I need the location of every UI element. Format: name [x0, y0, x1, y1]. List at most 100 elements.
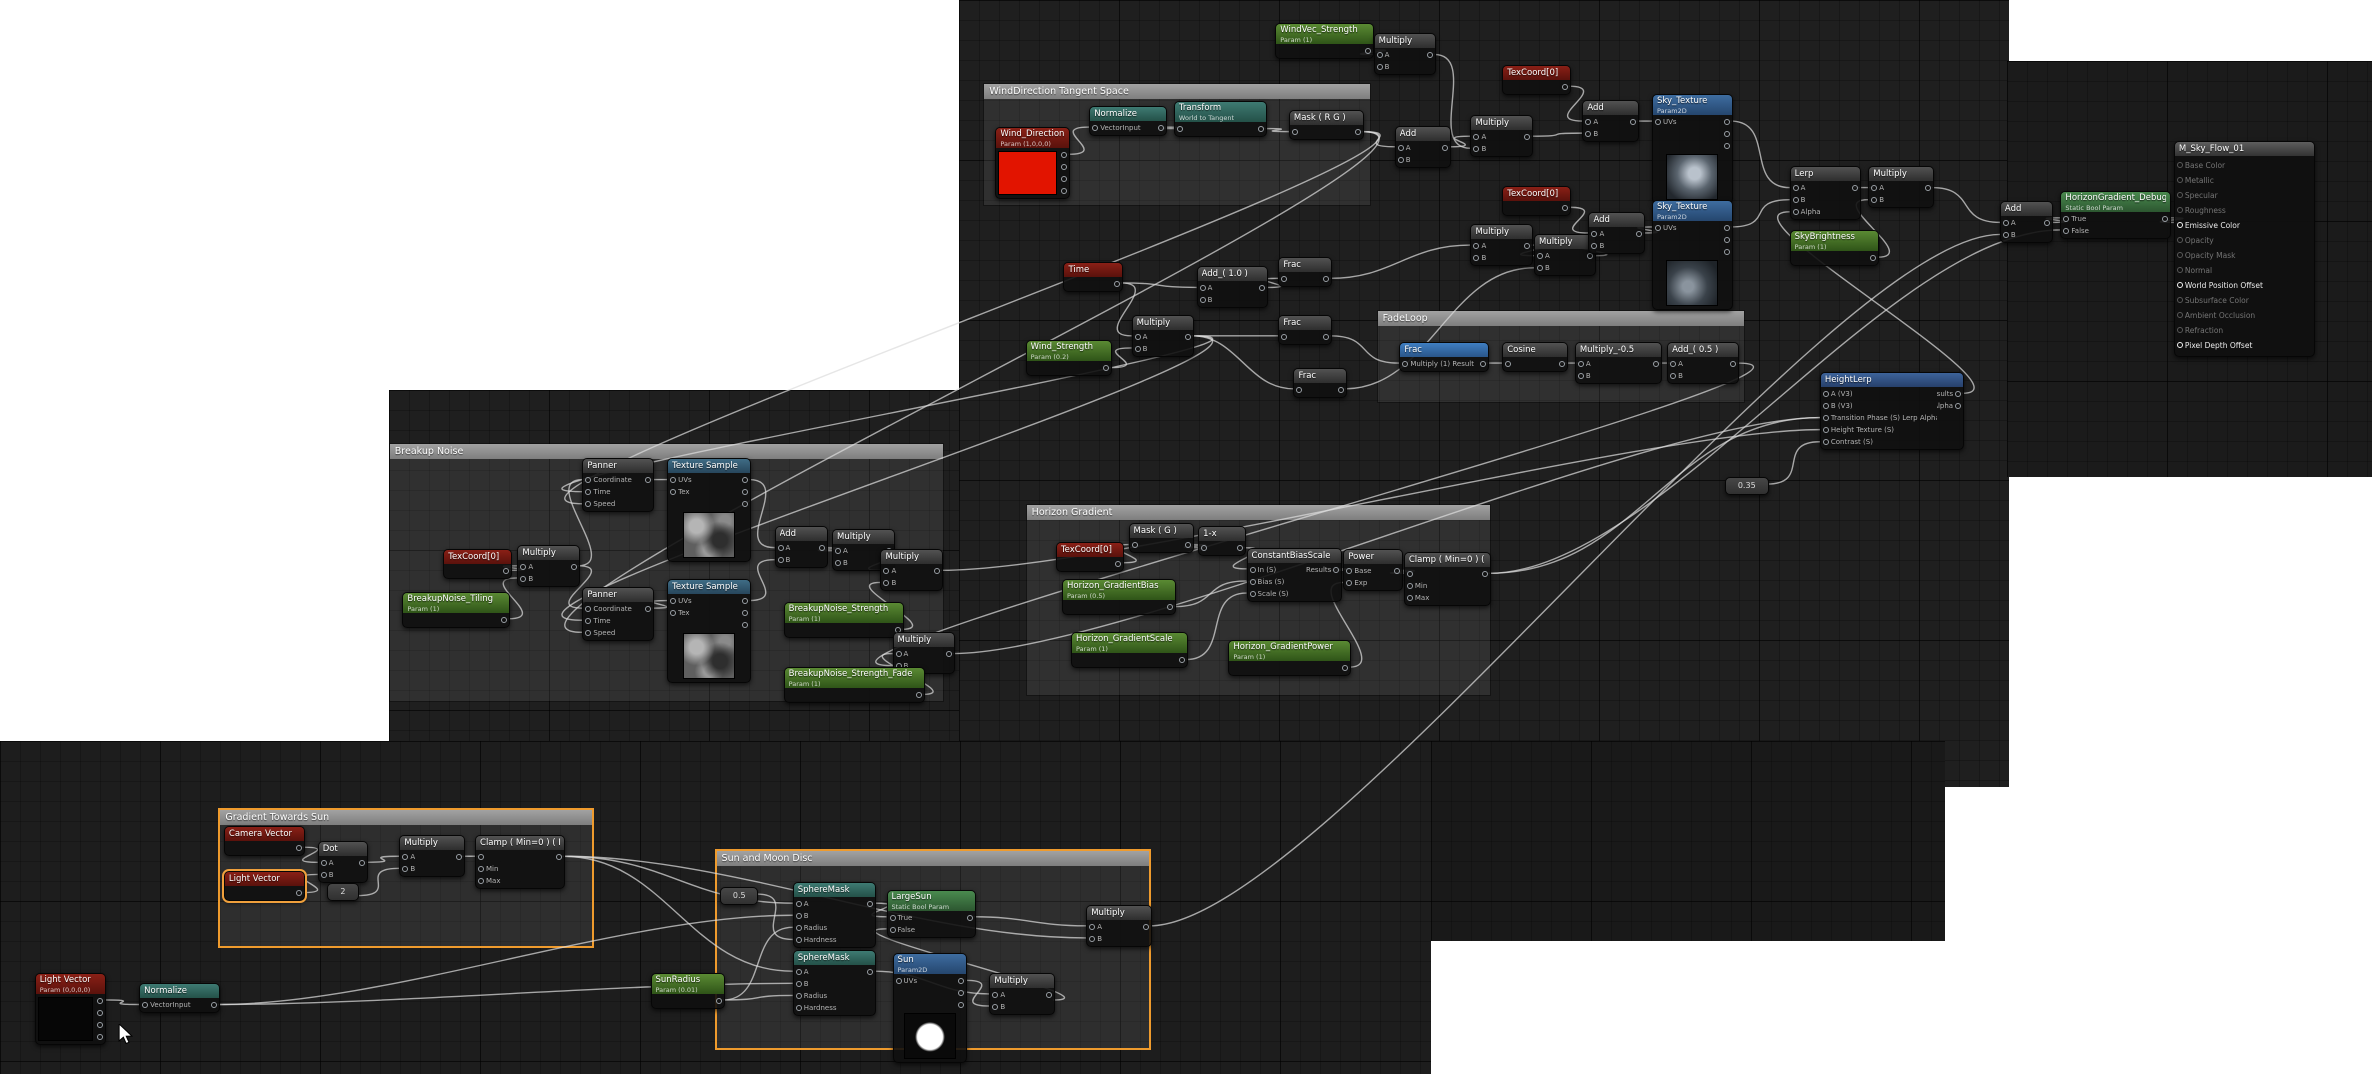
output-pin[interactable]	[1115, 561, 1121, 567]
node-mult_c[interactable]: MultiplyAB	[1534, 234, 1597, 276]
node-header[interactable]: Sky_TextureParam2D	[1653, 95, 1732, 115]
node-sky_brightness[interactable]: SkyBrightnessParam (1)	[1790, 230, 1880, 266]
input-pin[interactable]	[520, 564, 526, 570]
input-pin[interactable]	[1281, 276, 1287, 282]
output-pin[interactable]	[1925, 185, 1931, 191]
node-bn_tiling[interactable]: BreakupNoise_TilingParam (1)	[402, 592, 510, 628]
node-header[interactable]: Mask ( G )	[1130, 524, 1194, 538]
input-pin[interactable]	[1135, 346, 1141, 352]
input-pin[interactable]	[2063, 228, 2069, 234]
node-header[interactable]: Normalize	[140, 984, 219, 998]
input-pin[interactable]	[2003, 220, 2009, 226]
comment-title-bar[interactable]: Sun and Moon Disc	[717, 851, 1150, 866]
node-header[interactable]: BreakupNoise_StrengthParam (1)	[785, 603, 903, 623]
node-header[interactable]: Frac	[1279, 316, 1330, 330]
node-clamp_hg[interactable]: Clamp ( Min=0 ) ( Max=1 )MinMax	[1404, 552, 1491, 606]
output-pin[interactable]	[1559, 361, 1565, 367]
node-header[interactable]: Multiply	[1087, 906, 1151, 920]
input-pin[interactable]	[142, 1002, 148, 1008]
node-header[interactable]: WindVec_StrengthParam (1)	[1276, 24, 1373, 44]
input-pin[interactable]	[1793, 197, 1799, 203]
node-header[interactable]: Multiply	[881, 550, 942, 564]
node-spheremask1[interactable]: SphereMaskABRadiusHardness	[793, 882, 877, 948]
output-pin[interactable]	[556, 854, 562, 860]
output-pin[interactable]	[1724, 119, 1730, 125]
input-pin[interactable]	[478, 866, 484, 872]
input-pin[interactable]	[1823, 415, 1829, 421]
output-pin[interactable]	[1237, 545, 1243, 551]
node-header[interactable]: Multiply	[1535, 235, 1596, 249]
output-pin[interactable]	[1724, 143, 1730, 149]
output-pin[interactable]	[1524, 243, 1530, 249]
node-header[interactable]: Multiply	[1471, 116, 1532, 130]
input-pin[interactable]	[670, 477, 676, 483]
node-texcoord4[interactable]: TexCoord[0]	[1056, 542, 1125, 572]
node-largesun[interactable]: LargeSunStatic Bool ParamTrueFalse	[887, 890, 977, 938]
node-bn_strength_fade[interactable]: BreakupNoise_Strength_FadeParam (1)	[784, 667, 925, 703]
node-cbs[interactable]: ConstantBiasScaleIn (S)Bias (S)Scale (S)…	[1247, 548, 1343, 602]
node-add_small[interactable]: Add_( 1.0 )AB	[1197, 266, 1269, 308]
node-hg_bias[interactable]: Horizon_GradientBiasParam (0.5)	[1062, 579, 1176, 615]
node-header[interactable]: Multiply	[1133, 316, 1194, 330]
node-header[interactable]: TexCoord[0]	[444, 550, 511, 564]
input-pin[interactable]	[1585, 131, 1591, 137]
node-header[interactable]: LargeSunStatic Bool Param	[888, 891, 976, 911]
output-pin[interactable]	[1259, 285, 1265, 291]
output-pin[interactable]	[916, 692, 922, 698]
node-normalize_wd[interactable]: NormalizeVectorInput	[1089, 106, 1167, 136]
node-spheremask2[interactable]: SphereMaskABRadiusHardness	[793, 950, 877, 1016]
node-header[interactable]: Multiply	[990, 974, 1054, 988]
output-pin[interactable]	[1323, 276, 1329, 282]
output-pin[interactable]	[742, 610, 748, 616]
input-pin[interactable]	[1296, 387, 1302, 393]
node-sky_texture2[interactable]: Sky_TextureParam2DUVs	[1652, 200, 1733, 310]
output-pin[interactable]	[1482, 571, 1488, 577]
output-pin[interactable]	[1653, 361, 1659, 367]
node-panner2[interactable]: PannerCoordinateTimeSpeed	[582, 587, 654, 641]
node-lerp_main[interactable]: LerpABAlpha	[1790, 166, 1862, 220]
input-pin[interactable]	[2177, 267, 2183, 273]
input-pin[interactable]	[992, 1004, 998, 1010]
output-pin[interactable]	[934, 568, 940, 574]
node-frac3[interactable]: Frac	[1293, 368, 1346, 398]
input-pin[interactable]	[1398, 157, 1404, 163]
node-header[interactable]: Sky_TextureParam2D	[1653, 201, 1732, 221]
input-pin[interactable]	[2177, 282, 2183, 288]
output-pin[interactable]	[571, 564, 577, 570]
node-header[interactable]: HorizonGradient_DebugStatic Bool Param	[2061, 192, 2170, 212]
node-header[interactable]: M_Sky_Flow_01	[2175, 142, 2314, 156]
node-clamp_gs[interactable]: Clamp ( Min=0 ) ( Max=1 )MinMax	[475, 835, 565, 889]
input-pin[interactable]	[1177, 126, 1183, 132]
output-pin[interactable]	[1870, 255, 1876, 261]
graph-background[interactable]	[1431, 741, 1945, 941]
input-pin[interactable]	[1089, 924, 1095, 930]
input-pin[interactable]	[2177, 177, 2183, 183]
output-pin[interactable]	[742, 489, 748, 495]
output-pin[interactable]	[867, 969, 873, 975]
node-mask_g[interactable]: Mask ( G )	[1129, 523, 1195, 553]
input-pin[interactable]	[2177, 162, 2183, 168]
input-pin[interactable]	[1377, 52, 1383, 58]
output-pin[interactable]	[359, 860, 365, 866]
input-pin[interactable]	[1670, 361, 1676, 367]
node-header[interactable]: 1-x	[1199, 527, 1244, 541]
node-mult_a[interactable]: MultiplyAB	[1470, 115, 1533, 157]
output-pin[interactable]	[1724, 131, 1730, 137]
node-panner1[interactable]: PannerCoordinateTimeSpeed	[582, 458, 654, 512]
output-pin[interactable]	[967, 915, 973, 921]
input-pin[interactable]	[2177, 327, 2183, 333]
input-pin[interactable]	[1578, 361, 1584, 367]
output-pin[interactable]	[867, 901, 873, 907]
node-hg_power[interactable]: Horizon_GradientPowerParam (1)	[1228, 640, 1351, 676]
node-header[interactable]: Horizon_GradientBiasParam (0.5)	[1063, 580, 1175, 600]
node-header[interactable]: Light VectorParam (0,0,0,0)	[36, 974, 106, 994]
node-header[interactable]: Panner	[583, 459, 653, 473]
input-pin[interactable]	[321, 860, 327, 866]
input-pin[interactable]	[1871, 185, 1877, 191]
output-pin[interactable]	[1587, 253, 1593, 259]
comment-title-bar[interactable]: Breakup Noise	[390, 444, 944, 459]
node-add_right[interactable]: AddAB	[2000, 201, 2053, 243]
output-pin[interactable]	[1630, 119, 1636, 125]
node-header[interactable]: Multiply	[1869, 167, 1933, 181]
node-sun_tex[interactable]: SunParam2DUVs	[893, 953, 968, 1063]
